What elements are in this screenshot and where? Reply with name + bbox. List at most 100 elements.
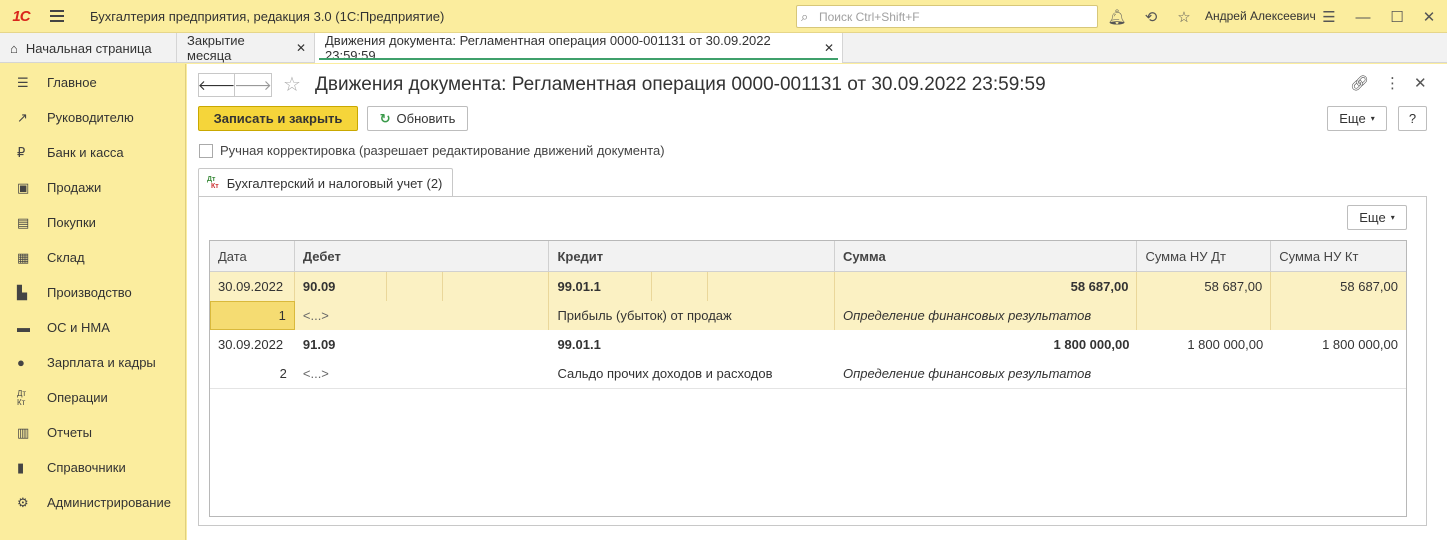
tab-accounting[interactable]: Дт Кт Бухгалтерский и налоговый учет (2) [198, 168, 454, 197]
cell-credit-subconto[interactable]: Сальдо прочих доходов и расходов [549, 359, 835, 388]
table-row[interactable]: 30.09.2022 91.09 99.01.1 1 800 000,00 1 … [210, 330, 1406, 359]
cell-sum[interactable]: 58 687,00 [835, 272, 1138, 301]
cell-credit-sub1[interactable] [652, 272, 709, 301]
app-logo: 1С [12, 7, 30, 25]
cell-credit-subconto[interactable]: Прибыль (убыток) от продаж [549, 301, 835, 330]
sidebar-item-label: Операции [47, 390, 108, 405]
table-row-detail[interactable]: 2 <...> Сальдо прочих доходов и расходов… [210, 359, 1406, 388]
cell-date[interactable]: 30.09.2022 [210, 330, 295, 359]
sidebar-item-warehouse[interactable]: ▦ Склад [0, 240, 185, 275]
cell-debit-subconto[interactable]: <...> [295, 301, 550, 330]
back-button[interactable]: 🡐 [198, 73, 235, 97]
minimize-icon[interactable]: — [1352, 6, 1374, 28]
cell-nu-dt[interactable]: 58 687,00 [1137, 272, 1272, 301]
sidebar-item-main[interactable]: ☰ Главное [0, 65, 185, 100]
search-input[interactable]: ⌕ Поиск Ctrl+Shift+F [796, 5, 1098, 28]
cell-empty[interactable] [1137, 359, 1271, 388]
cell-credit[interactable]: 99.01.1 [549, 272, 653, 301]
sidebar-item-label: Справочники [47, 460, 126, 475]
close-form-icon[interactable]: ✕ [1414, 74, 1427, 92]
tab-home[interactable]: ⌂ Начальная страница [0, 33, 177, 63]
cell-empty[interactable] [1271, 359, 1406, 388]
table-row-detail[interactable]: 1 <...> Прибыль (убыток) от продаж Опред… [210, 301, 1406, 330]
maximize-icon[interactable]: ☐ [1386, 6, 1408, 28]
cell-debit[interactable]: 90.09 [295, 272, 387, 301]
cell-debit[interactable]: 91.09 [295, 330, 550, 359]
tab-accounting-label: Бухгалтерский и налоговый учет (2) [226, 175, 443, 191]
sidebar-item-production[interactable]: ▙ Производство [0, 275, 185, 310]
cell-nu-kt[interactable]: 58 687,00 [1271, 272, 1406, 301]
cell-debit-sub2[interactable] [443, 272, 550, 301]
sidebar-item-manager[interactable]: ↗ Руководителю [0, 100, 185, 135]
user-name[interactable]: Андрей Алексеевич [1205, 9, 1316, 23]
cell-credit[interactable]: 99.01.1 [549, 330, 835, 359]
more-actions-icon[interactable]: ⋮ [1385, 74, 1400, 92]
tab-month-closing[interactable]: Закрытие месяца ✕ [177, 33, 315, 63]
cell-content[interactable]: Определение финансовых результатов [835, 301, 1138, 330]
cell-date[interactable]: 30.09.2022 [210, 272, 295, 301]
chevron-down-icon: ▾ [1390, 213, 1395, 222]
ruble-coin-icon: ₽ [17, 144, 26, 160]
sidebar-item-bank[interactable]: ₽ Банк и касса [0, 135, 185, 170]
tab-label: Движения документа: Регламентная операци… [325, 33, 771, 63]
tab-document-movements[interactable]: Движения документа: Регламентная операци… [315, 33, 843, 63]
close-window-icon[interactable]: ✕ [1418, 6, 1440, 28]
bell-icon[interactable]: 🔔︎ [1106, 6, 1128, 28]
sidebar-item-label: Зарплата и кадры [47, 355, 156, 370]
main-menu-icon[interactable] [42, 0, 72, 33]
save-and-close-button[interactable]: Записать и закрыть [198, 106, 358, 131]
column-nu-kt[interactable]: Сумма НУ Кт [1271, 241, 1406, 271]
more-button[interactable]: Еще ▾ [1327, 106, 1387, 131]
open-windows-tabbar: ⌂ Начальная страница Закрытие месяца ✕ Д… [0, 33, 1447, 63]
sidebar-item-salary[interactable]: ● Зарплата и кадры [0, 345, 185, 380]
sidebar-item-fixed-assets[interactable]: ▬ ОС и НМА [0, 310, 185, 345]
close-tab-icon[interactable]: ✕ [296, 41, 306, 55]
search-icon: ⌕ [801, 8, 809, 24]
column-debit[interactable]: Дебет [295, 241, 550, 271]
accounting-panel: Еще ▾ Дата Дебет Кредит Сумма Сумма НУ Д… [198, 196, 1427, 526]
link-icon[interactable]: 🔗︎ [1350, 74, 1369, 92]
cell-line-number[interactable]: 2 [210, 359, 295, 388]
cell-content[interactable]: Определение финансовых результатов [835, 359, 1137, 388]
column-nu-dt[interactable]: Сумма НУ Дт [1137, 241, 1272, 271]
sidebar-item-reports[interactable]: ▥ Отчеты [0, 415, 185, 450]
column-sum[interactable]: Сумма [835, 241, 1138, 271]
truck-icon: ▬ [17, 320, 30, 335]
sidebar-item-sales[interactable]: ▣ Продажи [0, 170, 185, 205]
help-button[interactable]: ? [1398, 106, 1427, 131]
cell-nu-dt[interactable]: 1 800 000,00 [1137, 330, 1271, 359]
warehouse-icon: ▦ [17, 249, 30, 265]
cell-debit-sub1[interactable] [387, 272, 443, 301]
favorites-star-icon[interactable]: ☆ [1173, 6, 1195, 28]
cell-debit-subconto[interactable]: <...> [295, 359, 550, 388]
cell-empty[interactable] [1271, 301, 1406, 330]
close-tab-icon[interactable]: ✕ [824, 41, 834, 55]
cell-credit-sub2[interactable] [708, 272, 836, 301]
sidebar-item-administration[interactable]: ⚙ Администрирование [0, 485, 185, 520]
column-credit[interactable]: Кредит [549, 241, 835, 271]
sidebar-item-catalogs[interactable]: ▮ Справочники [0, 450, 185, 485]
cart-icon: ▤ [17, 214, 30, 230]
table-row[interactable]: 30.09.2022 90.09 99.01.1 58 687,00 58 68… [210, 272, 1406, 301]
settings-menu-icon[interactable]: ☰ [1318, 6, 1340, 28]
cell-sum[interactable]: 1 800 000,00 [835, 330, 1137, 359]
cell-line-number[interactable]: 1 [210, 301, 295, 330]
column-date[interactable]: Дата [210, 241, 295, 271]
sidebar-item-purchases[interactable]: ▤ Покупки [0, 205, 185, 240]
refresh-button[interactable]: ↻ Обновить [367, 106, 468, 131]
tab-label: Начальная страница [25, 40, 152, 56]
cell-nu-kt[interactable]: 1 800 000,00 [1271, 330, 1406, 359]
person-icon: ● [17, 355, 25, 370]
favorite-star-icon[interactable]: ☆ [283, 72, 301, 97]
dt-kt-icon: Дт Кт [207, 176, 219, 190]
sidebar-item-operations[interactable]: Дт Кт Операции [0, 380, 185, 415]
history-icon[interactable]: ⟲ [1140, 6, 1162, 28]
table-more-button[interactable]: Еще ▾ [1347, 205, 1407, 230]
forward-button[interactable]: 🡒 [234, 73, 272, 97]
sidebar-item-label: Главное [47, 75, 97, 90]
manual-correction-row[interactable]: Ручная корректировка (разрешает редактир… [199, 143, 665, 158]
cell-empty[interactable] [1137, 301, 1272, 330]
manual-correction-checkbox[interactable] [199, 143, 213, 158]
entries-table[interactable]: Дата Дебет Кредит Сумма Сумма НУ Дт Сумм… [209, 240, 1407, 517]
more-label: Еще [1339, 111, 1366, 126]
